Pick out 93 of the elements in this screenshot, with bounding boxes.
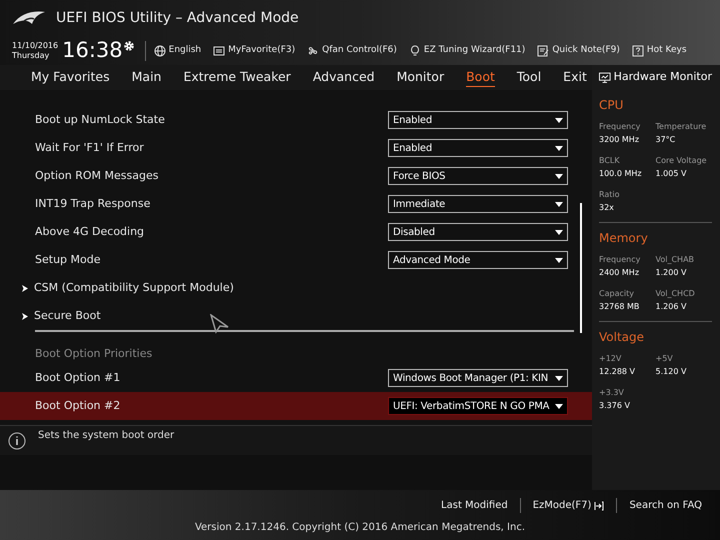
metric-label: Core Voltage (656, 155, 708, 167)
metric-label: Ratio (599, 189, 621, 201)
version-text: Version 2.17.1246. Copyright (C) 2016 American Megatrends, Inc. (194, 520, 526, 534)
section-title: Voltage (599, 329, 646, 346)
toolbar-button[interactable]: English (154, 44, 202, 58)
metric-label: +12V (599, 353, 622, 365)
panel-title: Hardware Monitor (614, 69, 712, 86)
dropdown[interactable]: Advanced Mode (388, 251, 568, 269)
caret-icon (555, 202, 563, 206)
metric-value: 2400 MHz (599, 267, 640, 279)
setting-label: INT19 Trap Response (35, 196, 152, 212)
list-icon (213, 44, 226, 56)
setting-label: Option ROM Messages (35, 168, 160, 184)
selected-row[interactable]: Boot Option #2 UEFI: VerbatimSTORE N GO PMA (0, 392, 592, 420)
window-title: UEFI BIOS Utility – Advanced Mode (56, 8, 299, 28)
metric-value: 5.120 V (656, 366, 688, 378)
caret-icon (555, 118, 563, 122)
tab[interactable]: Exit (563, 68, 587, 88)
footer-link[interactable]: Search on FAQ (616, 498, 714, 513)
tab[interactable]: Main (132, 68, 162, 88)
tab[interactable]: Monitor (396, 68, 444, 88)
section-title: Memory (599, 230, 649, 247)
setting-label: Boot Option #1 (35, 370, 122, 386)
toolbar-button[interactable]: EZ Tuning Wizard(F11) (408, 44, 526, 58)
metric-value: 1.200 V (656, 267, 688, 279)
metric-label: Frequency (599, 121, 642, 133)
note-icon (537, 44, 550, 56)
metric-value: 32x (599, 202, 615, 214)
globe-icon (154, 44, 166, 56)
metric-label: BCLK (599, 155, 621, 167)
metric-value: 37°C (656, 134, 676, 146)
dropdown[interactable]: Disabled (388, 223, 568, 241)
section-heading: Boot Option Priorities (35, 347, 152, 360)
setting-label: Setup Mode (35, 252, 102, 268)
tab[interactable]: Advanced (312, 68, 375, 88)
dropdown[interactable]: Immediate (388, 195, 568, 213)
tab[interactable]: My Favorites (31, 68, 110, 88)
chevron-right-icon (22, 312, 28, 320)
metric-label: Frequency (599, 254, 642, 266)
setting-label: Wait For 'F1' If Error (35, 140, 145, 156)
toolbar-button[interactable]: MyFavorite(F3) (213, 44, 296, 58)
exit-icon (594, 500, 604, 510)
dropdown[interactable]: Enabled (388, 139, 568, 157)
caret-icon (555, 174, 563, 178)
metric-value: 3200 MHz (599, 134, 640, 146)
setting-label: Boot up NumLock State (35, 112, 166, 128)
submenu-item[interactable]: CSM (Compatibility Support Module) (34, 280, 234, 296)
metric-label: +3.3V (599, 387, 625, 399)
question-icon (632, 44, 644, 56)
info-icon (8, 432, 26, 450)
caret-icon (555, 376, 563, 380)
tab[interactable]: Tool (516, 68, 542, 88)
setting-label: Above 4G Decoding (35, 224, 146, 240)
caret-icon (555, 404, 563, 408)
day-text: Thursday (12, 50, 50, 60)
caret-icon (555, 258, 563, 262)
monitor-icon (599, 72, 611, 84)
dropdown[interactable]: UEFI: VerbatimSTORE N GO PMA (388, 397, 568, 415)
footer-link[interactable]: EzMode(F7) (520, 498, 616, 513)
eye-logo-icon (12, 10, 46, 26)
section-title: CPU (599, 97, 624, 114)
metric-label: Temperature (656, 121, 708, 133)
metric-value: 1.206 V (656, 301, 688, 313)
metric-value: 12.288 V (599, 366, 636, 378)
tab[interactable]: Extreme Tweaker (183, 68, 291, 88)
caret-icon (555, 230, 563, 234)
cursor-icon (210, 314, 230, 334)
submenu-item[interactable]: Secure Boot (34, 308, 101, 324)
metric-value: 100.0 MHz (599, 168, 643, 180)
metric-value: 3.376 V (599, 400, 631, 412)
footer-link[interactable]: Last Modified (429, 498, 520, 513)
dropdown[interactable]: Force BIOS (388, 167, 568, 185)
metric-value: 32768 MB (599, 301, 640, 313)
date-text: 11/10/2016 (12, 40, 58, 50)
setting-label: Boot Option #2 (35, 398, 122, 414)
dropdown[interactable]: Enabled (388, 111, 568, 129)
metric-label: Vol_CHAB (656, 254, 696, 266)
metric-label: +5V (656, 353, 674, 365)
caret-icon (555, 146, 563, 150)
dropdown[interactable]: Windows Boot Manager (P1: KIN (388, 369, 568, 387)
chevron-right-icon (22, 284, 28, 292)
metric-value: 1.005 V (656, 168, 688, 180)
help-text: Sets the system boot order (38, 429, 174, 443)
fan-icon (307, 44, 320, 56)
toolbar-button[interactable]: Hot Keys (632, 44, 687, 58)
lightbulb-icon (408, 44, 421, 56)
toolbar-button[interactable]: Qfan Control(F6) (307, 44, 397, 58)
settings-icon[interactable] (122, 40, 135, 52)
toolbar-button[interactable]: Quick Note(F9) (537, 44, 620, 58)
metric-label: Vol_CHCD (656, 288, 696, 300)
tab[interactable]: Boot (466, 68, 495, 88)
metric-label: Capacity (599, 288, 635, 300)
clock-time: 16:38 (62, 40, 123, 61)
